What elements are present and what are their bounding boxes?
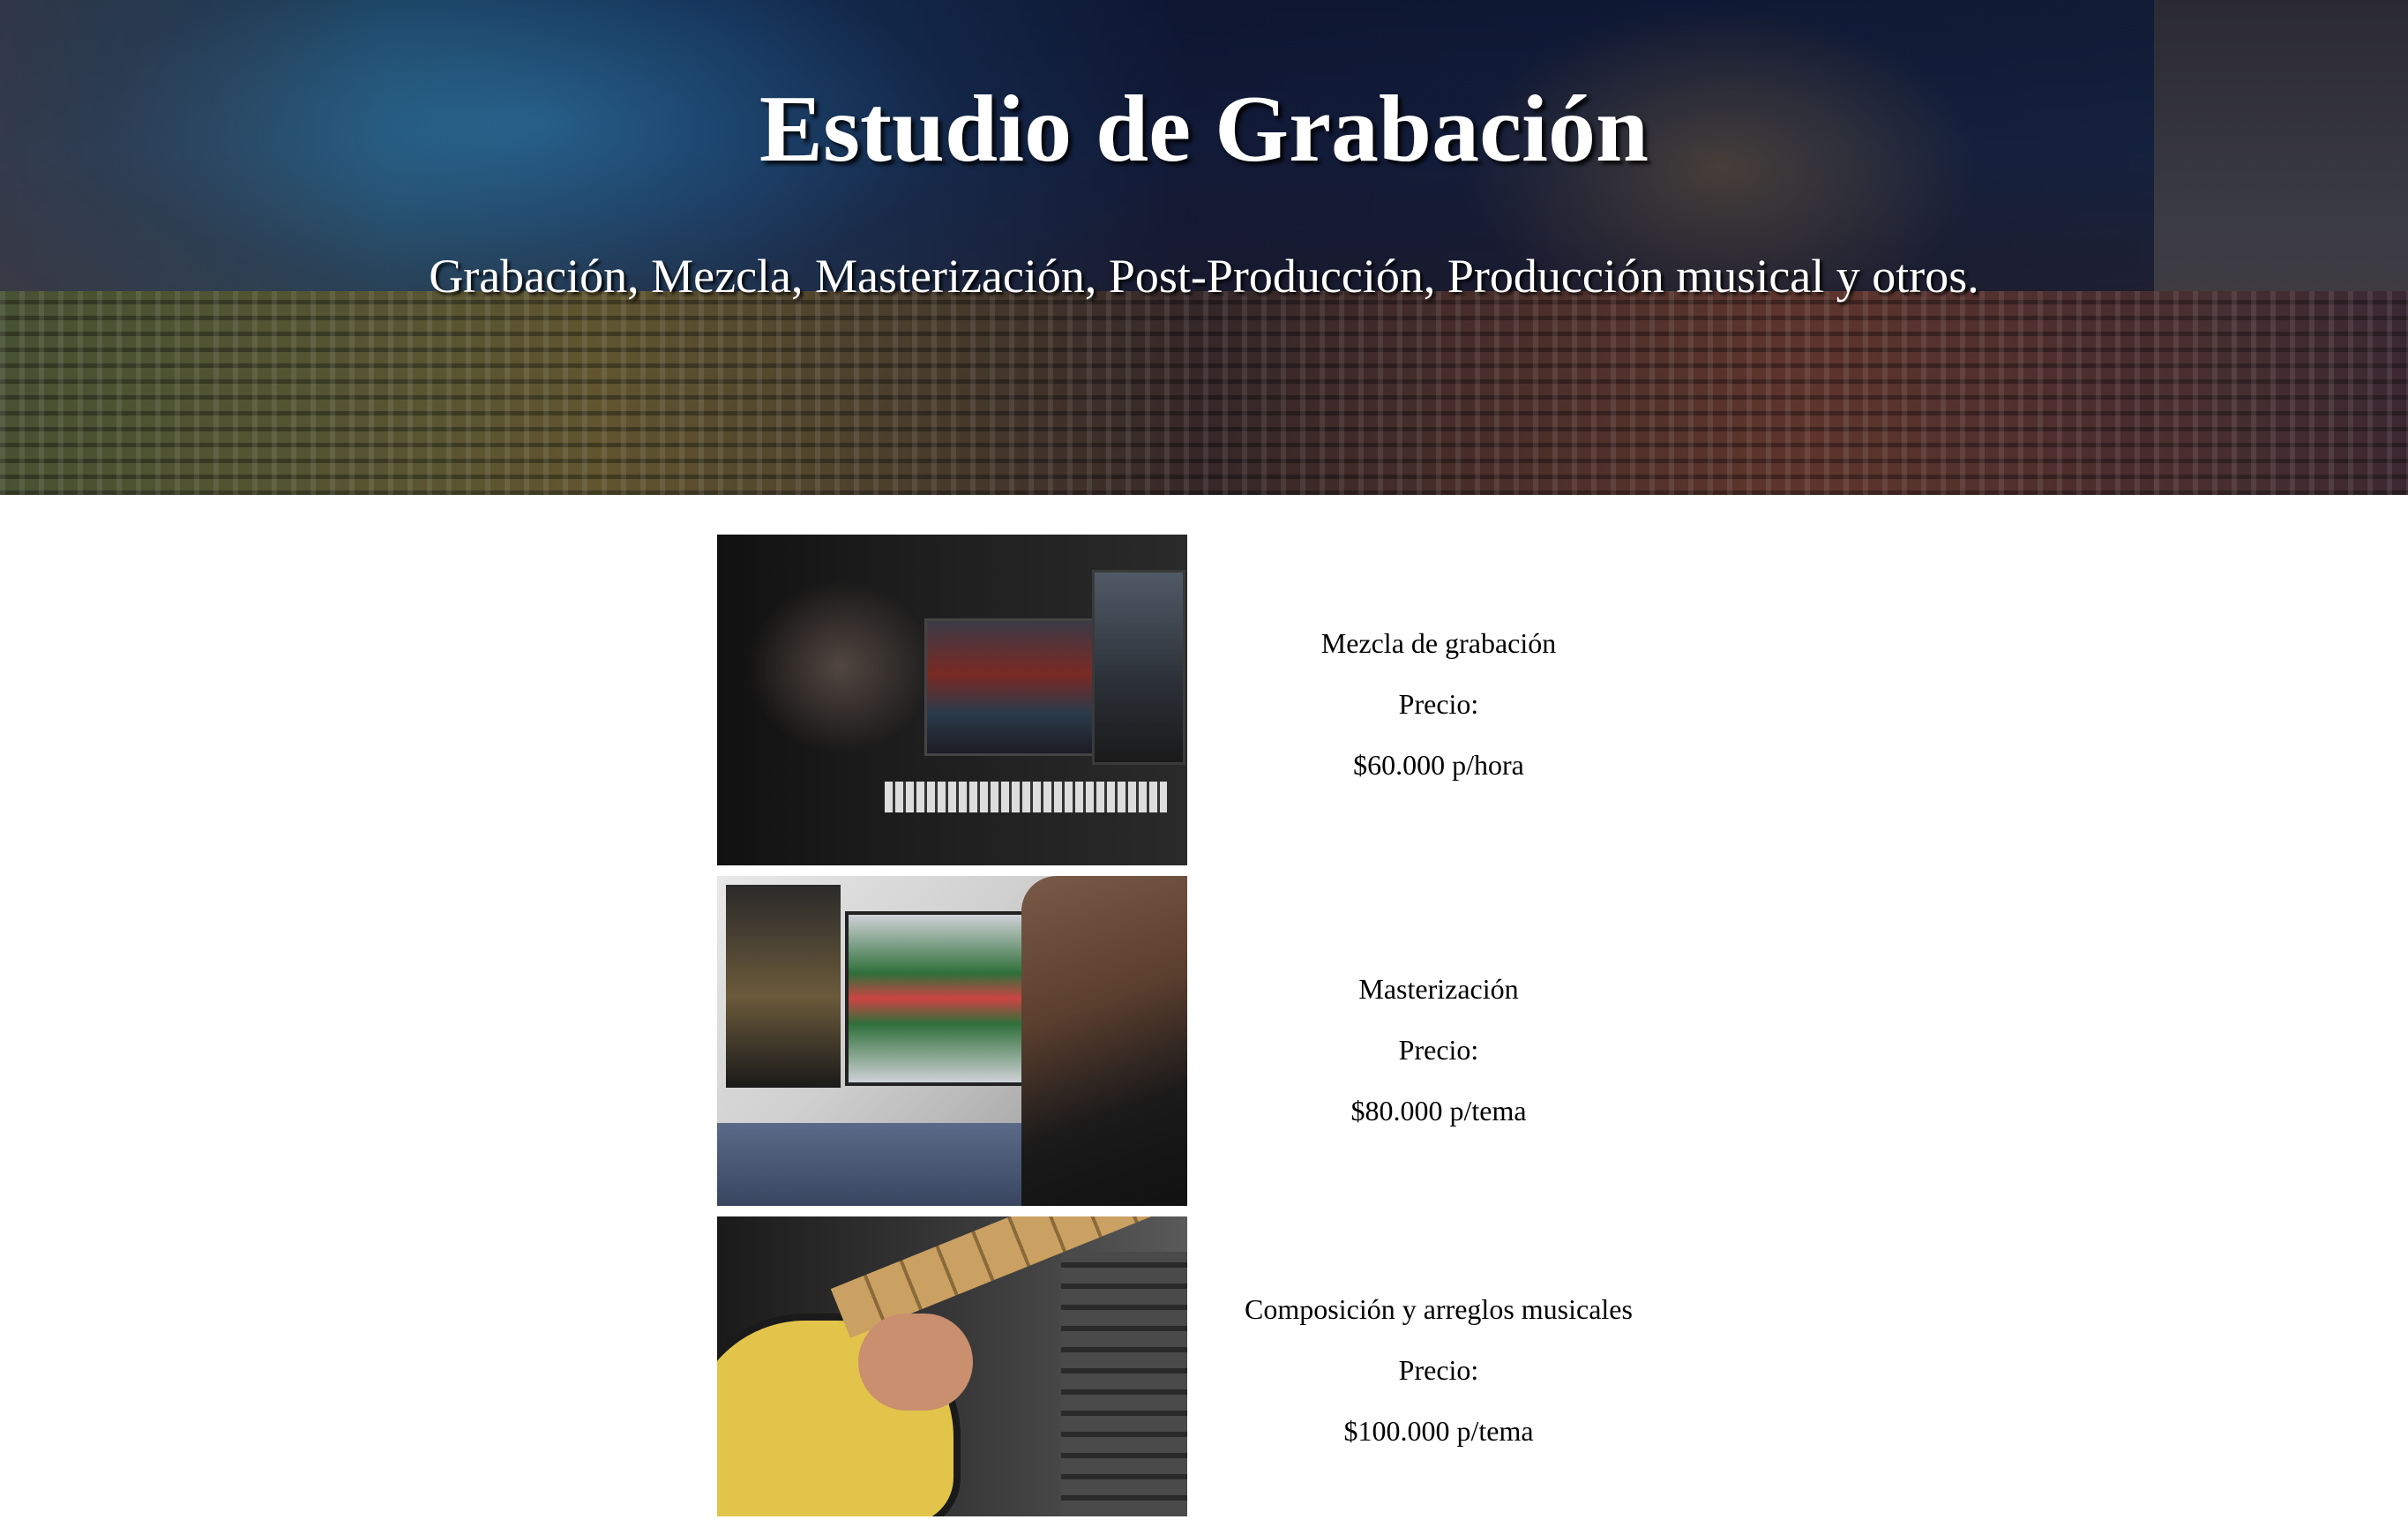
service-info: Mezcla de grabación Precio: $60.000 p/ho…: [1187, 535, 1690, 865]
mastering-headphones-photo: [717, 876, 1187, 1206]
mixing-console-graphic: [0, 291, 2408, 495]
services-list: Mezcla de grabación Precio: $60.000 p/ho…: [717, 535, 1705, 1527]
service-info: Masterización Precio: $80.000 p/tema: [1187, 876, 1690, 1206]
service-price: $60.000 p/hora: [1353, 749, 1524, 781]
service-price: $100.000 p/tema: [1343, 1415, 1534, 1447]
hero-banner: Estudio de Grabación Grabación, Mezcla, …: [0, 0, 2408, 495]
page-subtitle: Grabación, Mezcla, Masterización, Post-P…: [429, 250, 1979, 303]
service-name: Mezcla de grabación: [1320, 627, 1557, 659]
page-title: Estudio de Grabación: [759, 77, 1649, 182]
service-name: Composición y arreglos musicales: [1245, 1293, 1633, 1325]
service-info: Composición y arreglos musicales Precio:…: [1187, 1216, 1690, 1516]
service-item: Composición y arreglos musicales Precio:…: [717, 1216, 1705, 1516]
service-item: Masterización Precio: $80.000 p/tema: [717, 876, 1705, 1206]
mixing-studio-photo: [717, 535, 1187, 865]
service-name: Masterización: [1358, 973, 1519, 1005]
price-label: Precio:: [1398, 1354, 1479, 1386]
price-label: Precio:: [1398, 1034, 1479, 1066]
guitar-player-photo: [717, 1216, 1187, 1516]
price-label: Precio:: [1398, 688, 1479, 720]
service-price: $80.000 p/tema: [1350, 1095, 1527, 1127]
service-item: Mezcla de grabación Precio: $60.000 p/ho…: [717, 535, 1705, 865]
